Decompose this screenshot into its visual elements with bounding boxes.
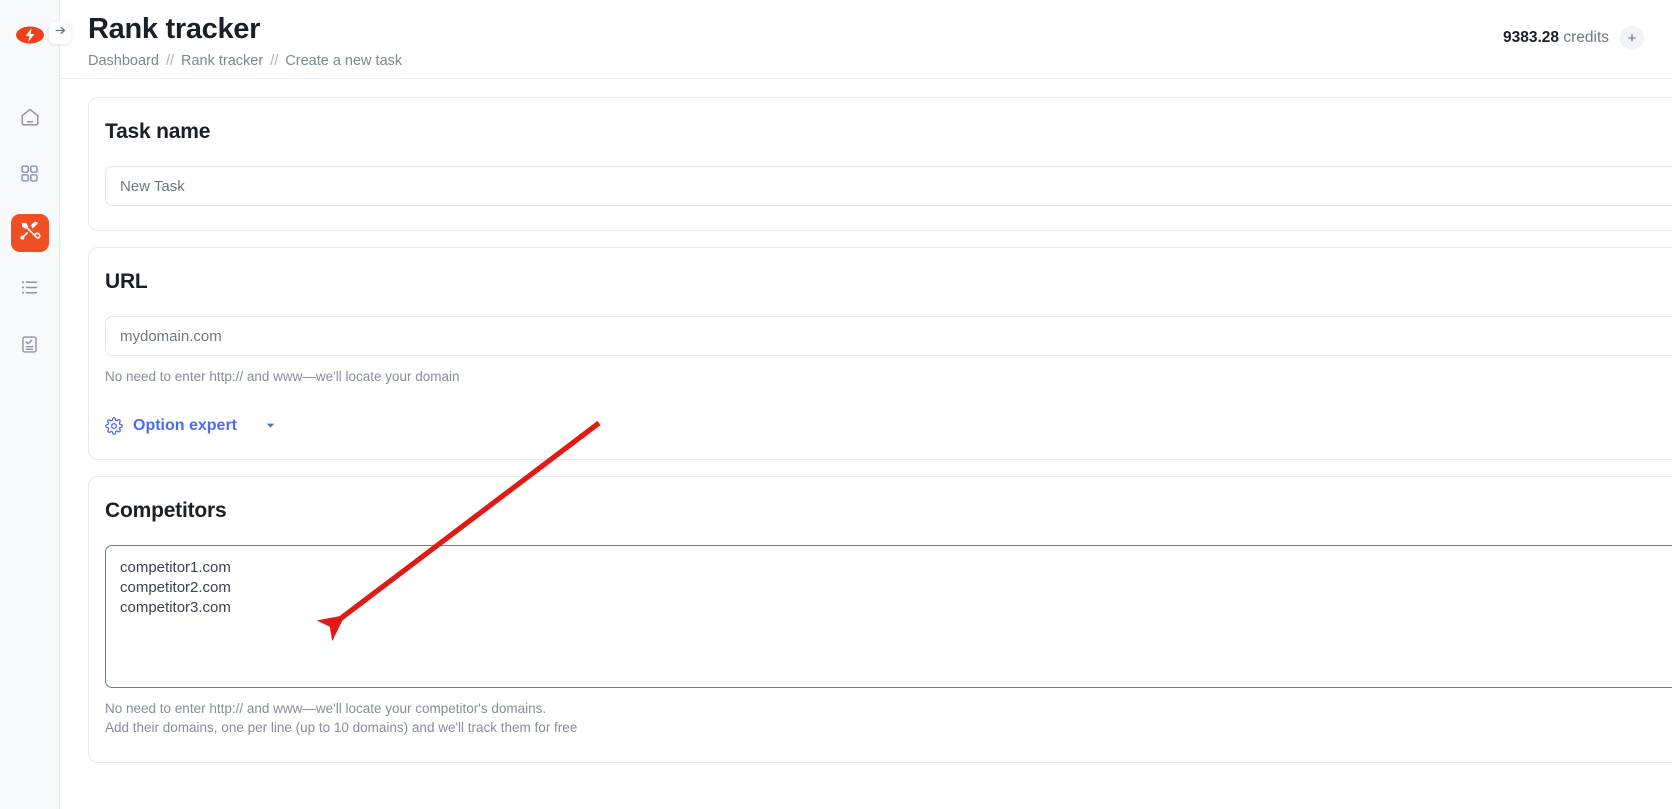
top-bar: Rank tracker Dashboard // Rank tracker /… [60,0,1672,79]
task-name-card: Task name New Task [88,97,1672,231]
credits-amount: 9383.28 [1503,29,1560,46]
page-title: Rank tracker [88,13,261,45]
home-icon [19,106,41,133]
breadcrumb-separator: // [270,53,279,70]
lightning-eye-logo[interactable] [15,20,45,50]
add-credits-button[interactable]: + [1620,26,1644,50]
list-icon [19,277,40,303]
app-root: Rank tracker Dashboard // Rank tracker /… [0,0,1672,809]
sidebar-item-tasks[interactable] [11,328,49,366]
competitors-card: Competitors competitor1.com competitor2.… [88,475,1672,763]
breadcrumb-separator: // [165,53,174,70]
competitors-heading: Competitors [105,498,227,522]
option-expert-toggle[interactable]: Option expert [105,417,1672,435]
chevron-down-icon[interactable] [264,419,277,432]
sidebar-toggle-button[interactable] [49,22,71,44]
url-input[interactable]: mydomain.com [105,316,1672,356]
grid-icon [19,163,40,189]
task-name-input[interactable]: New Task [105,166,1672,206]
url-card: URL mydomain.com No need to enter http:/… [88,247,1672,460]
url-heading: URL [105,270,148,293]
sidebar-nav [10,100,49,366]
title-block: Rank tracker Dashboard // Rank tracker /… [88,8,402,69]
gear-icon [105,416,123,435]
breadcrumb-item-rank-tracker[interactable]: Rank tracker [181,53,263,69]
credits-display: 9383.28 credits [1503,29,1609,47]
sidebar-item-apps[interactable] [11,157,49,195]
plus-icon: + [1627,29,1637,47]
breadcrumb-item-dashboard[interactable]: Dashboard [88,53,159,69]
competitors-textarea[interactable]: competitor1.com competitor2.com competit… [105,544,1672,688]
clipboard-check-icon [19,334,40,360]
credits-area: 9383.28 credits + [1503,8,1672,50]
credits-label: credits [1563,29,1609,46]
option-expert-label: Option expert [133,416,238,434]
breadcrumb-item-create-a-new-task: Create a new task [285,53,403,70]
form-content: Task name New Task URL mydomain.com No n… [60,79,1672,763]
breadcrumb: Dashboard // Rank tracker // Create a ne… [88,53,402,69]
task-name-heading: Task name [105,120,211,143]
url-hint: No need to enter http:// and www—we'll l… [105,369,460,384]
main-area: Rank tracker Dashboard // Rank tracker /… [60,0,1672,809]
arrow-right-icon [54,24,67,42]
sidebar [0,0,60,809]
sidebar-item-home[interactable] [11,100,49,138]
tools-icon [18,219,41,247]
sidebar-item-lists[interactable] [11,271,49,309]
sidebar-item-tools[interactable] [10,214,49,252]
competitors-hint-line-1: No need to enter http:// and www—we'll l… [105,700,547,716]
competitors-hint-line-2: Add their domains, one per line (up to 1… [105,720,578,736]
competitors-hint: No need to enter http:// and www—we'll l… [105,699,1672,738]
